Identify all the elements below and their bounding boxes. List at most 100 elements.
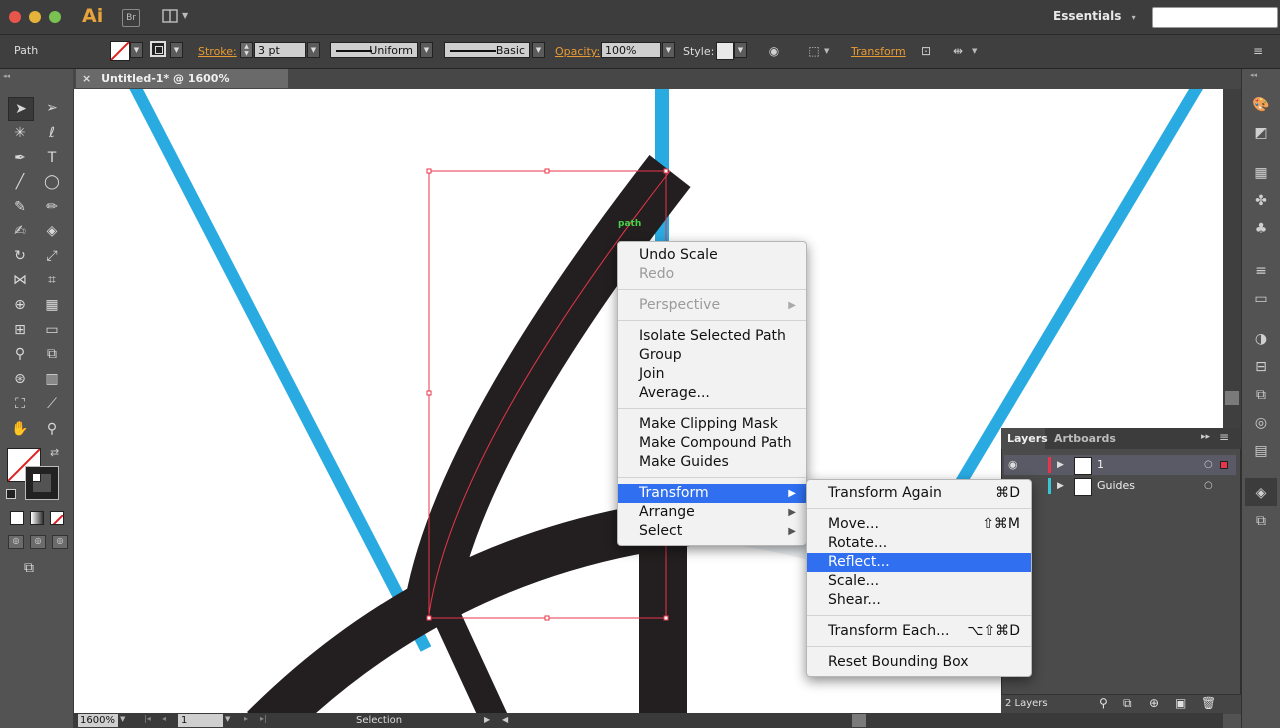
eye-icon[interactable]: ◉ bbox=[1008, 455, 1018, 475]
menu-item-arrange[interactable]: Arrange ▶ bbox=[618, 503, 806, 522]
menu-item-make-compound-path[interactable]: Make Compound Path bbox=[618, 434, 806, 453]
close-window-button[interactable] bbox=[9, 11, 21, 23]
hand-tool-icon[interactable]: ✋ bbox=[8, 418, 32, 440]
menu-item-transform-each[interactable]: Transform Each... ⌥⇧⌘D bbox=[807, 622, 1031, 641]
menu-item-select[interactable]: Select ▶ bbox=[618, 522, 806, 541]
arrange-documents-dropdown[interactable]: ▼ bbox=[182, 11, 188, 20]
recolor-artwork-icon[interactable]: ◉ bbox=[766, 43, 782, 59]
stroke-weight-stepper[interactable]: ▲ ▼ bbox=[240, 42, 253, 58]
next-artboard-icon[interactable]: ▸ bbox=[244, 714, 248, 723]
workspace-switcher[interactable]: Essentials ▾ bbox=[1053, 9, 1136, 23]
selection-tool-icon[interactable]: ➤ bbox=[8, 97, 34, 121]
profile-dropdown[interactable]: ▼ bbox=[420, 42, 433, 58]
document-tab[interactable]: × Untitled-1* @ 1600% (RGB/Preview) bbox=[76, 69, 288, 104]
stroke-color-swatch[interactable] bbox=[25, 466, 59, 500]
menu-item-reset-bounding-box[interactable]: Reset Bounding Box bbox=[807, 653, 1031, 672]
minimize-window-button[interactable] bbox=[29, 11, 41, 23]
panel-options-icon[interactable]: ≡ bbox=[1219, 430, 1229, 444]
pencil-tool-icon[interactable]: ✏ bbox=[40, 196, 64, 218]
horizontal-scroll-thumb[interactable] bbox=[852, 714, 866, 727]
color-mode-icon[interactable] bbox=[10, 511, 24, 525]
align-to-dropdown[interactable]: ▼ bbox=[824, 47, 829, 55]
close-tab-icon[interactable]: × bbox=[82, 72, 91, 85]
isolate-object-icon[interactable]: ⊡ bbox=[918, 43, 934, 59]
symbol-sprayer-tool-icon[interactable]: ⊛ bbox=[8, 368, 32, 390]
menu-item-group[interactable]: Group bbox=[618, 346, 806, 365]
stroke-swatch[interactable] bbox=[150, 41, 166, 57]
menu-item-scale[interactable]: Scale... bbox=[807, 572, 1031, 591]
expand-panels-icon[interactable]: ◂◂ bbox=[1250, 71, 1257, 79]
artboard-navigator-field[interactable]: 1 bbox=[178, 714, 223, 727]
shape-builder-tool-icon[interactable]: ⊕ bbox=[8, 294, 32, 316]
menu-item-make-guides[interactable]: Make Guides bbox=[618, 453, 806, 472]
first-artboard-icon[interactable]: |◂ bbox=[144, 714, 151, 723]
ellipse-tool-icon[interactable]: ◯ bbox=[40, 171, 64, 193]
appearance-icon[interactable]: ◎ bbox=[1252, 414, 1270, 432]
zoom-tool-icon[interactable]: ⚲ bbox=[40, 418, 64, 440]
locate-object-icon[interactable]: ⚲ bbox=[1099, 696, 1108, 710]
transform-panel-link[interactable]: Transform bbox=[851, 45, 906, 58]
paintbrush-tool-icon[interactable]: ✎ bbox=[8, 196, 32, 218]
stroke-weight-field[interactable]: 3 pt bbox=[254, 42, 306, 58]
swap-fill-stroke-icon[interactable]: ⇄ bbox=[50, 446, 59, 459]
width-tool-icon[interactable]: ⋈ bbox=[8, 269, 32, 291]
stroke-panel-link[interactable]: Stroke: bbox=[198, 45, 237, 58]
fill-none-swatch[interactable] bbox=[110, 41, 130, 61]
new-sublayer-icon[interactable]: ⊕ bbox=[1149, 696, 1159, 710]
selection-indicator[interactable] bbox=[1220, 461, 1228, 469]
collapse-panel-icon[interactable]: ▸▸ bbox=[1201, 432, 1210, 442]
menu-item-rotate[interactable]: Rotate... bbox=[807, 534, 1031, 553]
slice-tool-icon[interactable]: ⟋ bbox=[40, 393, 64, 415]
variable-width-profile[interactable]: Uniform bbox=[330, 42, 418, 58]
menu-item-join[interactable]: Join bbox=[618, 365, 806, 384]
search-help-input[interactable] bbox=[1152, 7, 1278, 28]
default-fill-stroke-icon[interactable] bbox=[6, 489, 16, 499]
menu-item-move[interactable]: Move... ⇧⌘M bbox=[807, 515, 1031, 534]
scale-tool-icon[interactable]: ⤢ bbox=[40, 245, 64, 267]
menu-item-average[interactable]: Average... bbox=[618, 384, 806, 403]
magic-wand-tool-icon[interactable]: ✳ bbox=[8, 122, 32, 144]
expand-layer-icon[interactable]: ▶ bbox=[1057, 476, 1064, 496]
line-tool-icon[interactable]: ╱ bbox=[8, 171, 32, 193]
menu-item-reflect[interactable]: Reflect... bbox=[807, 553, 1031, 572]
flip-dropdown[interactable]: ▼ bbox=[972, 47, 977, 55]
zoom-field[interactable]: 1600% bbox=[78, 714, 118, 727]
layers-icon[interactable]: ◈ bbox=[1252, 484, 1270, 502]
zoom-window-button[interactable] bbox=[49, 11, 61, 23]
eraser-tool-icon[interactable]: ◈ bbox=[40, 220, 64, 242]
pathfinder-icon[interactable]: ⧉ bbox=[1252, 386, 1270, 404]
artboards-icon[interactable]: ⧉ bbox=[1252, 512, 1270, 530]
previous-artboard-icon[interactable]: ◂ bbox=[162, 714, 166, 723]
bridge-button[interactable]: Br bbox=[122, 9, 140, 27]
free-transform-tool-icon[interactable]: ⌗ bbox=[40, 269, 64, 291]
swatches-icon[interactable]: ▦ bbox=[1252, 164, 1270, 182]
panel-menu-icon[interactable]: ≡ bbox=[1250, 43, 1266, 59]
target-icon[interactable]: ○ bbox=[1204, 476, 1213, 496]
tab-artboards[interactable]: Artboards bbox=[1054, 432, 1116, 445]
flip-icon[interactable]: ⇹ bbox=[950, 43, 966, 59]
scroll-left-icon[interactable]: ◀ bbox=[502, 715, 508, 724]
status-menu-arrow[interactable]: ▶ bbox=[484, 715, 490, 724]
stroke-weight-dropdown[interactable]: ▼ bbox=[307, 42, 320, 58]
draw-behind-icon[interactable]: ◎ bbox=[30, 535, 46, 549]
delete-layer-icon[interactable]: 🗑 bbox=[1201, 696, 1216, 710]
opacity-panel-link[interactable]: Opacity: bbox=[555, 45, 600, 58]
transparency-icon[interactable]: ◑ bbox=[1252, 330, 1270, 348]
symbols-icon[interactable]: ♣ bbox=[1252, 220, 1270, 238]
graphic-style-dropdown[interactable]: ▼ bbox=[734, 42, 747, 58]
color-guide-icon[interactable]: ◩ bbox=[1252, 124, 1270, 142]
last-artboard-icon[interactable]: ▸| bbox=[260, 714, 267, 723]
pen-tool-icon[interactable]: ✒ bbox=[8, 147, 32, 169]
mesh-tool-icon[interactable]: ⊞ bbox=[8, 319, 32, 341]
tab-layers[interactable]: Layers bbox=[1007, 432, 1048, 445]
menu-item-isolate-selected-path[interactable]: Isolate Selected Path bbox=[618, 327, 806, 346]
menu-item-make-clipping-mask[interactable]: Make Clipping Mask bbox=[618, 415, 806, 434]
gradient-mode-icon[interactable] bbox=[30, 511, 44, 525]
menu-item-transform-again[interactable]: Transform Again ⌘D bbox=[807, 484, 1031, 503]
draw-normal-icon[interactable]: ◎ bbox=[8, 535, 24, 549]
opacity-field[interactable]: 100% bbox=[601, 42, 661, 58]
blend-tool-icon[interactable]: ⧉ bbox=[40, 343, 64, 365]
menu-item-undo-scale[interactable]: Undo Scale bbox=[618, 246, 806, 265]
graphic-styles-icon[interactable]: ▤ bbox=[1252, 442, 1270, 460]
layer-name[interactable]: 1 bbox=[1097, 455, 1104, 475]
